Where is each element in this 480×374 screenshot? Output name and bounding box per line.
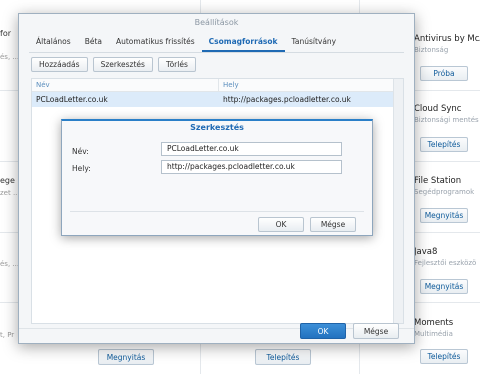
package-card-java8[interactable]: Java8 Fejlesztői eszközö Megnyitás xyxy=(414,247,480,294)
package-card-cloud-sync[interactable]: Cloud Sync Biztonsági mentés Telepítés xyxy=(414,104,480,152)
tabs-divider xyxy=(29,52,404,53)
package-card-antivirus[interactable]: Antivirus by McAf Biztonság Próba xyxy=(414,34,480,81)
package-category-fragment: és, ... xyxy=(0,260,20,268)
package-card-file-station[interactable]: File Station Segédprogramok Megnyitás xyxy=(414,176,480,223)
package-name: Java8 xyxy=(414,247,438,257)
package-category: Fejlesztői eszközö xyxy=(414,259,477,267)
delete-button[interactable]: Törlés xyxy=(157,57,196,72)
package-name: Moments xyxy=(414,318,454,328)
package-category: Biztonsági mentés xyxy=(414,116,479,124)
table-header: Név Hely xyxy=(32,79,403,92)
table-row[interactable]: PCLoadLetter.co.uk http://packages.pcloa… xyxy=(32,92,403,107)
install-button[interactable]: Telepítés xyxy=(255,349,311,365)
source-location-cell: http://packages.pcloadletter.co.uk xyxy=(223,95,351,104)
dialog-ok-button[interactable]: OK xyxy=(258,217,304,232)
package-category-fragment: t, Pr xyxy=(0,331,15,339)
location-label: Hely: xyxy=(72,164,91,173)
dialog-cancel-button[interactable]: Mégse xyxy=(310,217,356,232)
install-button[interactable]: Telepítés xyxy=(420,349,468,364)
tab-certificate[interactable]: Tanúsítvány xyxy=(285,34,344,52)
package-name: Cloud Sync xyxy=(414,104,462,114)
edit-dialog: Szerkesztés Név: PCLoadLetter.co.uk Hely… xyxy=(61,119,373,236)
column-header-location[interactable]: Hely xyxy=(219,79,403,91)
settings-tabs: Általános Béta Automatikus frissítés Cso… xyxy=(29,34,343,52)
dialog-footer-divider xyxy=(70,211,364,212)
try-button[interactable]: Próba xyxy=(420,66,468,81)
name-field[interactable]: PCLoadLetter.co.uk xyxy=(161,142,342,156)
dialog-title: Szerkesztés xyxy=(190,123,244,132)
package-name: File Station xyxy=(414,176,462,186)
package-name: Antivirus by McAf xyxy=(414,34,480,44)
ok-button[interactable]: OK xyxy=(300,323,346,339)
window-title: Beállítások xyxy=(194,18,239,27)
open-button[interactable]: Megnyitás xyxy=(420,208,468,223)
package-category: Biztonság xyxy=(414,46,449,54)
package-category-fragment: és, ... xyxy=(0,53,20,61)
tab-auto-update[interactable]: Automatikus frissítés xyxy=(109,34,202,52)
open-button[interactable]: Megnyitás xyxy=(98,349,154,365)
open-button[interactable]: Megnyitás xyxy=(420,279,468,294)
tab-general[interactable]: Általános xyxy=(29,34,78,52)
name-label: Név: xyxy=(72,147,89,156)
package-name-fragment: ege xyxy=(0,176,15,185)
tab-package-sources[interactable]: Csomagforrások xyxy=(201,34,285,52)
add-button[interactable]: Hozzáadás xyxy=(31,57,88,72)
package-category: Segédprogramok xyxy=(414,188,475,196)
column-header-name[interactable]: Név xyxy=(32,79,219,91)
package-card-moments[interactable]: Moments Multimédia Telepítés xyxy=(414,318,480,364)
cancel-button[interactable]: Mégse xyxy=(353,323,399,339)
install-button[interactable]: Telepítés xyxy=(420,137,468,152)
package-name-fragment: for xyxy=(0,29,11,38)
table-scrollbar[interactable] xyxy=(393,79,403,323)
package-category: Multimédia xyxy=(414,330,453,338)
source-name-cell: PCLoadLetter.co.uk xyxy=(36,95,108,104)
tab-beta[interactable]: Béta xyxy=(78,34,109,52)
edit-button[interactable]: Szerkesztés xyxy=(92,57,153,72)
package-category-fragment: zet ... xyxy=(0,189,20,197)
location-field[interactable]: http://packages.pcloadletter.co.uk xyxy=(161,160,342,174)
sources-toolbar: Hozzáadás Szerkesztés Törlés xyxy=(31,57,196,72)
